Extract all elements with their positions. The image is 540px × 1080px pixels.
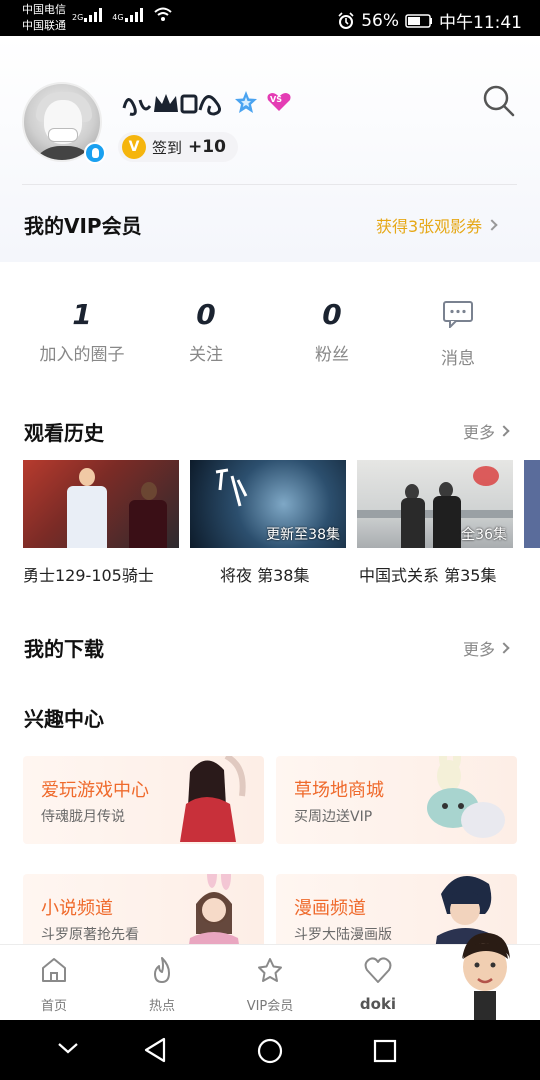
bottom-tab-bar: 首页 热点 VIP会员 doki (0, 933, 540, 1021)
tab-label: doki (359, 995, 397, 1013)
more-label: 更多 (463, 423, 496, 442)
celebrity-mascot-avatar[interactable] (452, 929, 518, 1021)
message-icon (443, 301, 473, 330)
card-title: 爱玩游戏中心 (41, 780, 149, 801)
history-item[interactable]: 全36集 中国式关系 第35集 (357, 460, 513, 586)
history-thumbnail (23, 460, 179, 548)
vip-badge-text: VS (270, 95, 282, 104)
vip-title[interactable]: 我的VIP会员 (24, 210, 142, 239)
check-in-button[interactable]: V 签到 +10 (118, 132, 238, 162)
tab-label: 热点 (148, 999, 175, 1014)
check-in-label: 签到 (152, 138, 183, 157)
stat-value: 0 (196, 298, 216, 331)
more-label: 更多 (463, 640, 496, 659)
tab-doki[interactable]: doki (343, 955, 413, 1013)
history-item[interactable]: 更新至38集 将夜 第38集 (190, 460, 346, 586)
stat-messages[interactable]: 消息 (398, 296, 518, 369)
card-title: 漫画频道 (294, 898, 366, 919)
plush-toys-illustration (427, 756, 505, 838)
wifi-icon (153, 7, 172, 21)
vip-coupon-link[interactable]: 获得3张观影券 (376, 213, 498, 237)
history-more-link[interactable]: 更多 (463, 419, 510, 443)
carrier-1: 中国电信 (22, 3, 66, 16)
battery-percent: 56% (361, 10, 399, 31)
downloads-more-link[interactable]: 更多 (463, 636, 510, 660)
stat-circles[interactable]: 1 加入的圈子 (22, 296, 142, 365)
level-star-icon (235, 91, 257, 113)
home-icon (42, 958, 66, 982)
stat-fans[interactable]: 0 粉丝 (272, 296, 392, 365)
tab-label: 首页 (40, 999, 67, 1014)
net-type-2: 4G (112, 13, 124, 22)
search-icon[interactable] (482, 84, 516, 118)
card-subtitle: 斗罗原著抢先看 (41, 927, 139, 943)
qq-badge-icon (84, 142, 106, 164)
card-subtitle: 买周边送VIP (294, 809, 373, 825)
chevron-right-icon (486, 219, 498, 231)
nickname-graphic[interactable] (120, 84, 230, 124)
status-bar: 中国电信 中国联通 2G 4G 56% 中午11:41 (0, 0, 540, 36)
back-icon[interactable] (142, 1036, 168, 1064)
tab-vip[interactable]: VIP会员 (235, 955, 305, 1014)
card-subtitle: 斗罗大陆漫画版 (294, 927, 392, 943)
vip-heart-icon: VS (266, 92, 292, 112)
system-nav-bar (0, 1020, 540, 1080)
history-item[interactable]: 勇士129-105骑士 (23, 460, 179, 586)
net-type-1: 2G (72, 13, 84, 22)
episode-tag: 全36集 (461, 527, 507, 543)
signal-indicators: 2G 4G (72, 6, 173, 22)
tab-hot[interactable]: 热点 (127, 955, 197, 1014)
interest-card-games[interactable]: 爱玩游戏中心 侍魂胧月传说 (23, 756, 264, 844)
stat-label: 关注 (189, 345, 223, 365)
clock: 中午11:41 (439, 13, 522, 33)
chevron-right-icon (498, 642, 510, 654)
history-caption: 将夜 第38集 (220, 566, 310, 585)
stat-value: 0 (322, 298, 342, 331)
stat-value: 1 (72, 298, 92, 331)
history-thumbnail: 全36集 (357, 460, 513, 548)
flame-icon (154, 957, 170, 983)
interest-title: 兴趣中心 (24, 707, 104, 731)
chevron-down-icon[interactable] (56, 1040, 80, 1056)
doki-heart-icon (364, 957, 392, 983)
vip-coupon-text: 获得3张观影券 (376, 217, 483, 236)
status-right: 56% 中午11:41 (337, 8, 522, 33)
interest-card-shop[interactable]: 草场地商城 买周边送VIP (276, 756, 517, 844)
carrier-2: 中国联通 (22, 19, 66, 32)
stat-following[interactable]: 0 关注 (146, 296, 266, 365)
signal-icon (124, 8, 143, 22)
home-circle-icon[interactable] (256, 1037, 284, 1065)
chevron-right-icon (498, 425, 510, 437)
history-caption: 勇士129-105骑士 (23, 566, 154, 585)
check-in-points: +10 (188, 137, 226, 157)
vip-v-icon: V (122, 135, 146, 159)
episode-tag: 更新至38集 (266, 527, 340, 543)
vip-crown-icon (258, 958, 282, 982)
history-thumbnail (524, 460, 540, 548)
card-subtitle: 侍魂胧月传说 (41, 809, 125, 825)
card-title: 草场地商城 (294, 780, 384, 801)
signal-icon (84, 8, 103, 22)
history-caption: 中国式关系 第35集 (359, 566, 497, 585)
stat-label: 粉丝 (315, 345, 349, 365)
alarm-icon (338, 11, 354, 29)
stat-label: 加入的圈子 (39, 345, 125, 365)
tab-home[interactable]: 首页 (19, 955, 89, 1014)
recents-icon[interactable] (372, 1038, 398, 1064)
battery-icon (405, 13, 432, 28)
game-character-illustration (180, 756, 246, 842)
divider (22, 184, 517, 185)
history-title: 观看历史 (24, 421, 104, 445)
card-title: 小说频道 (41, 898, 113, 919)
history-thumbnail: 更新至38集 (190, 460, 346, 548)
history-item-partial[interactable] (524, 460, 540, 548)
downloads-title: 我的下载 (24, 637, 104, 661)
tab-label: VIP会员 (246, 999, 294, 1014)
stat-label: 消息 (441, 349, 475, 369)
